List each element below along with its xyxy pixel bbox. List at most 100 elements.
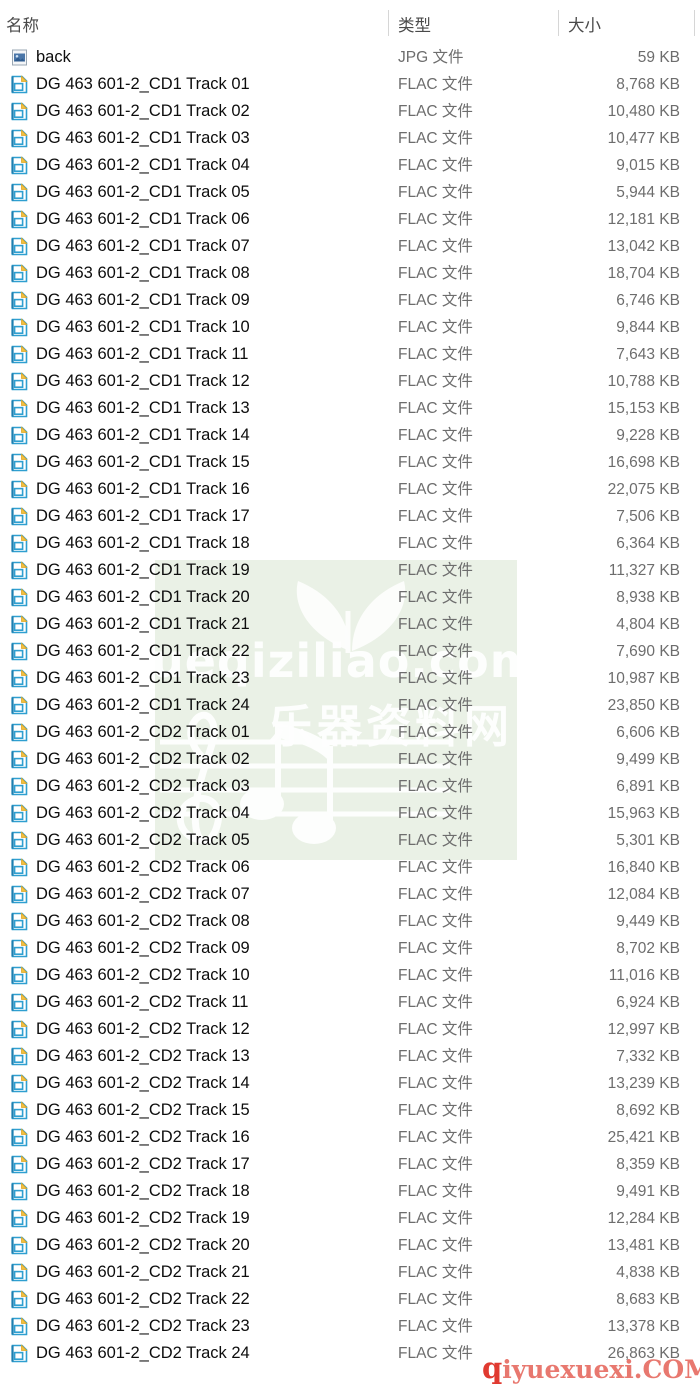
file-name-cell[interactable]: DG 463 601-2_CD2 Track 11 bbox=[36, 989, 248, 1016]
file-name-cell[interactable]: DG 463 601-2_CD2 Track 18 bbox=[36, 1178, 250, 1205]
table-row[interactable]: DG 463 601-2_CD2 Track 08 FLAC 文件 9,449 KB bbox=[0, 908, 700, 935]
file-name-cell[interactable]: DG 463 601-2_CD2 Track 06 bbox=[36, 854, 250, 881]
table-row[interactable]: DG 463 601-2_CD2 Track 21 FLAC 文件 4,838 KB bbox=[0, 1259, 700, 1286]
file-name-cell[interactable]: DG 463 601-2_CD1 Track 13 bbox=[36, 395, 250, 422]
table-row[interactable]: DG 463 601-2_CD2 Track 06 FLAC 文件 16,840 K… bbox=[0, 854, 700, 881]
table-row[interactable]: DG 463 601-2_CD2 Track 01 FLAC 文件 6,606 KB bbox=[0, 719, 700, 746]
file-name-cell[interactable]: DG 463 601-2_CD1 Track 08 bbox=[36, 260, 250, 287]
file-name-cell[interactable]: DG 463 601-2_CD1 Track 19 bbox=[36, 557, 250, 584]
table-row[interactable]: DG 463 601-2_CD2 Track 07 FLAC 文件 12,084 K… bbox=[0, 881, 700, 908]
file-name-cell[interactable]: DG 463 601-2_CD2 Track 24 bbox=[36, 1340, 250, 1367]
table-row[interactable]: DG 463 601-2_CD2 Track 03 FLAC 文件 6,891 KB bbox=[0, 773, 700, 800]
file-name-cell[interactable]: DG 463 601-2_CD2 Track 21 bbox=[36, 1259, 250, 1286]
file-name-cell[interactable]: DG 463 601-2_CD1 Track 02 bbox=[36, 98, 250, 125]
table-row[interactable]: DG 463 601-2_CD1 Track 18 FLAC 文件 6,364 KB bbox=[0, 530, 700, 557]
file-name-cell[interactable]: DG 463 601-2_CD1 Track 04 bbox=[36, 152, 250, 179]
table-row[interactable]: DG 463 601-2_CD1 Track 01 FLAC 文件 8,768 KB bbox=[0, 71, 700, 98]
table-row[interactable]: DG 463 601-2_CD2 Track 20 FLAC 文件 13,481 K… bbox=[0, 1232, 700, 1259]
table-row[interactable]: DG 463 601-2_CD2 Track 17 FLAC 文件 8,359 KB bbox=[0, 1151, 700, 1178]
file-name-cell[interactable]: DG 463 601-2_CD1 Track 07 bbox=[36, 233, 250, 260]
column-divider-type[interactable] bbox=[388, 10, 389, 36]
table-row[interactable]: DG 463 601-2_CD1 Track 21 FLAC 文件 4,804 KB bbox=[0, 611, 700, 638]
table-row[interactable]: DG 463 601-2_CD2 Track 14 FLAC 文件 13,239 K… bbox=[0, 1070, 700, 1097]
file-name-cell[interactable]: DG 463 601-2_CD2 Track 02 bbox=[36, 746, 250, 773]
file-name-cell[interactable]: DG 463 601-2_CD1 Track 17 bbox=[36, 503, 250, 530]
table-row[interactable]: DG 463 601-2_CD2 Track 12 FLAC 文件 12,997 K… bbox=[0, 1016, 700, 1043]
table-row[interactable]: DG 463 601-2_CD1 Track 10 FLAC 文件 9,844 KB bbox=[0, 314, 700, 341]
column-divider-size[interactable] bbox=[558, 10, 559, 36]
table-row[interactable]: DG 463 601-2_CD2 Track 09 FLAC 文件 8,702 KB bbox=[0, 935, 700, 962]
file-name-cell[interactable]: DG 463 601-2_CD1 Track 06 bbox=[36, 206, 250, 233]
file-name-cell[interactable]: DG 463 601-2_CD1 Track 21 bbox=[36, 611, 250, 638]
file-name-cell[interactable]: DG 463 601-2_CD1 Track 16 bbox=[36, 476, 250, 503]
file-name-cell[interactable]: DG 463 601-2_CD2 Track 03 bbox=[36, 773, 250, 800]
table-row[interactable]: DG 463 601-2_CD1 Track 06 FLAC 文件 12,181 K… bbox=[0, 206, 700, 233]
file-name-cell[interactable]: DG 463 601-2_CD1 Track 10 bbox=[36, 314, 250, 341]
table-row[interactable]: DG 463 601-2_CD1 Track 14 FLAC 文件 9,228 KB bbox=[0, 422, 700, 449]
file-name-cell[interactable]: DG 463 601-2_CD1 Track 22 bbox=[36, 638, 250, 665]
table-row[interactable]: DG 463 601-2_CD1 Track 19 FLAC 文件 11,327 K… bbox=[0, 557, 700, 584]
file-name-cell[interactable]: DG 463 601-2_CD2 Track 07 bbox=[36, 881, 250, 908]
table-row[interactable]: DG 463 601-2_CD2 Track 10 FLAC 文件 11,016 K… bbox=[0, 962, 700, 989]
table-row[interactable]: DG 463 601-2_CD1 Track 15 FLAC 文件 16,698 K… bbox=[0, 449, 700, 476]
file-name-cell[interactable]: DG 463 601-2_CD2 Track 04 bbox=[36, 800, 250, 827]
file-name-cell[interactable]: DG 463 601-2_CD2 Track 09 bbox=[36, 935, 250, 962]
file-name-cell[interactable]: DG 463 601-2_CD2 Track 16 bbox=[36, 1124, 250, 1151]
file-name-cell[interactable]: DG 463 601-2_CD2 Track 10 bbox=[36, 962, 250, 989]
table-row[interactable]: DG 463 601-2_CD2 Track 02 FLAC 文件 9,499 KB bbox=[0, 746, 700, 773]
table-row[interactable]: DG 463 601-2_CD1 Track 16 FLAC 文件 22,075 K… bbox=[0, 476, 700, 503]
table-row[interactable]: DG 463 601-2_CD2 Track 22 FLAC 文件 8,683 KB bbox=[0, 1286, 700, 1313]
column-header-name[interactable]: 名称 bbox=[6, 12, 39, 36]
column-header-size[interactable]: 大小 bbox=[568, 12, 601, 36]
table-row[interactable]: DG 463 601-2_CD1 Track 08 FLAC 文件 18,704 K… bbox=[0, 260, 700, 287]
file-name-cell[interactable]: DG 463 601-2_CD2 Track 01 bbox=[36, 719, 250, 746]
table-row[interactable]: DG 463 601-2_CD2 Track 18 FLAC 文件 9,491 KB bbox=[0, 1178, 700, 1205]
file-name-cell[interactable]: DG 463 601-2_CD2 Track 05 bbox=[36, 827, 250, 854]
table-row[interactable]: DG 463 601-2_CD1 Track 07 FLAC 文件 13,042 K… bbox=[0, 233, 700, 260]
file-name-cell[interactable]: DG 463 601-2_CD2 Track 17 bbox=[36, 1151, 250, 1178]
file-name-cell[interactable]: DG 463 601-2_CD1 Track 14 bbox=[36, 422, 250, 449]
column-header-type[interactable]: 类型 bbox=[398, 12, 431, 36]
table-row[interactable]: DG 463 601-2_CD1 Track 09 FLAC 文件 6,746 KB bbox=[0, 287, 700, 314]
file-name-cell[interactable]: DG 463 601-2_CD1 Track 05 bbox=[36, 179, 250, 206]
table-row[interactable]: DG 463 601-2_CD2 Track 11 FLAC 文件 6,924 KB bbox=[0, 989, 700, 1016]
table-row[interactable]: DG 463 601-2_CD1 Track 17 FLAC 文件 7,506 KB bbox=[0, 503, 700, 530]
file-name-cell[interactable]: back bbox=[36, 44, 71, 71]
file-name-cell[interactable]: DG 463 601-2_CD2 Track 22 bbox=[36, 1286, 250, 1313]
file-name-cell[interactable]: DG 463 601-2_CD1 Track 23 bbox=[36, 665, 250, 692]
table-row[interactable]: DG 463 601-2_CD1 Track 11 FLAC 文件 7,643 KB bbox=[0, 341, 700, 368]
table-row[interactable]: DG 463 601-2_CD2 Track 04 FLAC 文件 15,963 K… bbox=[0, 800, 700, 827]
file-name-cell[interactable]: DG 463 601-2_CD1 Track 01 bbox=[36, 71, 250, 98]
file-name-cell[interactable]: DG 463 601-2_CD1 Track 15 bbox=[36, 449, 250, 476]
file-name-cell[interactable]: DG 463 601-2_CD1 Track 11 bbox=[36, 341, 248, 368]
file-name-cell[interactable]: DG 463 601-2_CD2 Track 08 bbox=[36, 908, 250, 935]
file-name-cell[interactable]: DG 463 601-2_CD1 Track 20 bbox=[36, 584, 250, 611]
file-name-cell[interactable]: DG 463 601-2_CD2 Track 19 bbox=[36, 1205, 250, 1232]
file-name-cell[interactable]: DG 463 601-2_CD1 Track 24 bbox=[36, 692, 250, 719]
table-row[interactable]: DG 463 601-2_CD2 Track 05 FLAC 文件 5,301 KB bbox=[0, 827, 700, 854]
table-row[interactable]: DG 463 601-2_CD1 Track 05 FLAC 文件 5,944 KB bbox=[0, 179, 700, 206]
table-row[interactable]: DG 463 601-2_CD2 Track 15 FLAC 文件 8,692 KB bbox=[0, 1097, 700, 1124]
table-row[interactable]: DG 463 601-2_CD2 Track 16 FLAC 文件 25,421 K… bbox=[0, 1124, 700, 1151]
table-row[interactable]: DG 463 601-2_CD1 Track 13 FLAC 文件 15,153 K… bbox=[0, 395, 700, 422]
file-name-cell[interactable]: DG 463 601-2_CD1 Track 03 bbox=[36, 125, 250, 152]
file-name-cell[interactable]: DG 463 601-2_CD2 Track 20 bbox=[36, 1232, 250, 1259]
table-row[interactable]: DG 463 601-2_CD1 Track 24 FLAC 文件 23,850 K… bbox=[0, 692, 700, 719]
file-name-cell[interactable]: DG 463 601-2_CD2 Track 23 bbox=[36, 1313, 250, 1340]
file-name-cell[interactable]: DG 463 601-2_CD2 Track 15 bbox=[36, 1097, 250, 1124]
file-name-cell[interactable]: DG 463 601-2_CD2 Track 13 bbox=[36, 1043, 250, 1070]
table-row[interactable]: DG 463 601-2_CD1 Track 12 FLAC 文件 10,788 K… bbox=[0, 368, 700, 395]
file-name-cell[interactable]: DG 463 601-2_CD2 Track 14 bbox=[36, 1070, 250, 1097]
column-divider-end[interactable] bbox=[694, 10, 695, 36]
table-row[interactable]: DG 463 601-2_CD2 Track 19 FLAC 文件 12,284 K… bbox=[0, 1205, 700, 1232]
table-row[interactable]: DG 463 601-2_CD1 Track 20 FLAC 文件 8,938 KB bbox=[0, 584, 700, 611]
file-name-cell[interactable]: DG 463 601-2_CD1 Track 12 bbox=[36, 368, 250, 395]
table-row[interactable]: back JPG 文件 59 KB bbox=[0, 44, 700, 71]
table-row[interactable]: DG 463 601-2_CD2 Track 23 FLAC 文件 13,378 K… bbox=[0, 1313, 700, 1340]
file-name-cell[interactable]: DG 463 601-2_CD2 Track 12 bbox=[36, 1016, 250, 1043]
table-row[interactable]: DG 463 601-2_CD1 Track 23 FLAC 文件 10,987 K… bbox=[0, 665, 700, 692]
table-row[interactable]: DG 463 601-2_CD1 Track 22 FLAC 文件 7,690 KB bbox=[0, 638, 700, 665]
table-row[interactable]: DG 463 601-2_CD1 Track 04 FLAC 文件 9,015 KB bbox=[0, 152, 700, 179]
file-name-cell[interactable]: DG 463 601-2_CD1 Track 09 bbox=[36, 287, 250, 314]
table-row[interactable]: DG 463 601-2_CD2 Track 13 FLAC 文件 7,332 KB bbox=[0, 1043, 700, 1070]
